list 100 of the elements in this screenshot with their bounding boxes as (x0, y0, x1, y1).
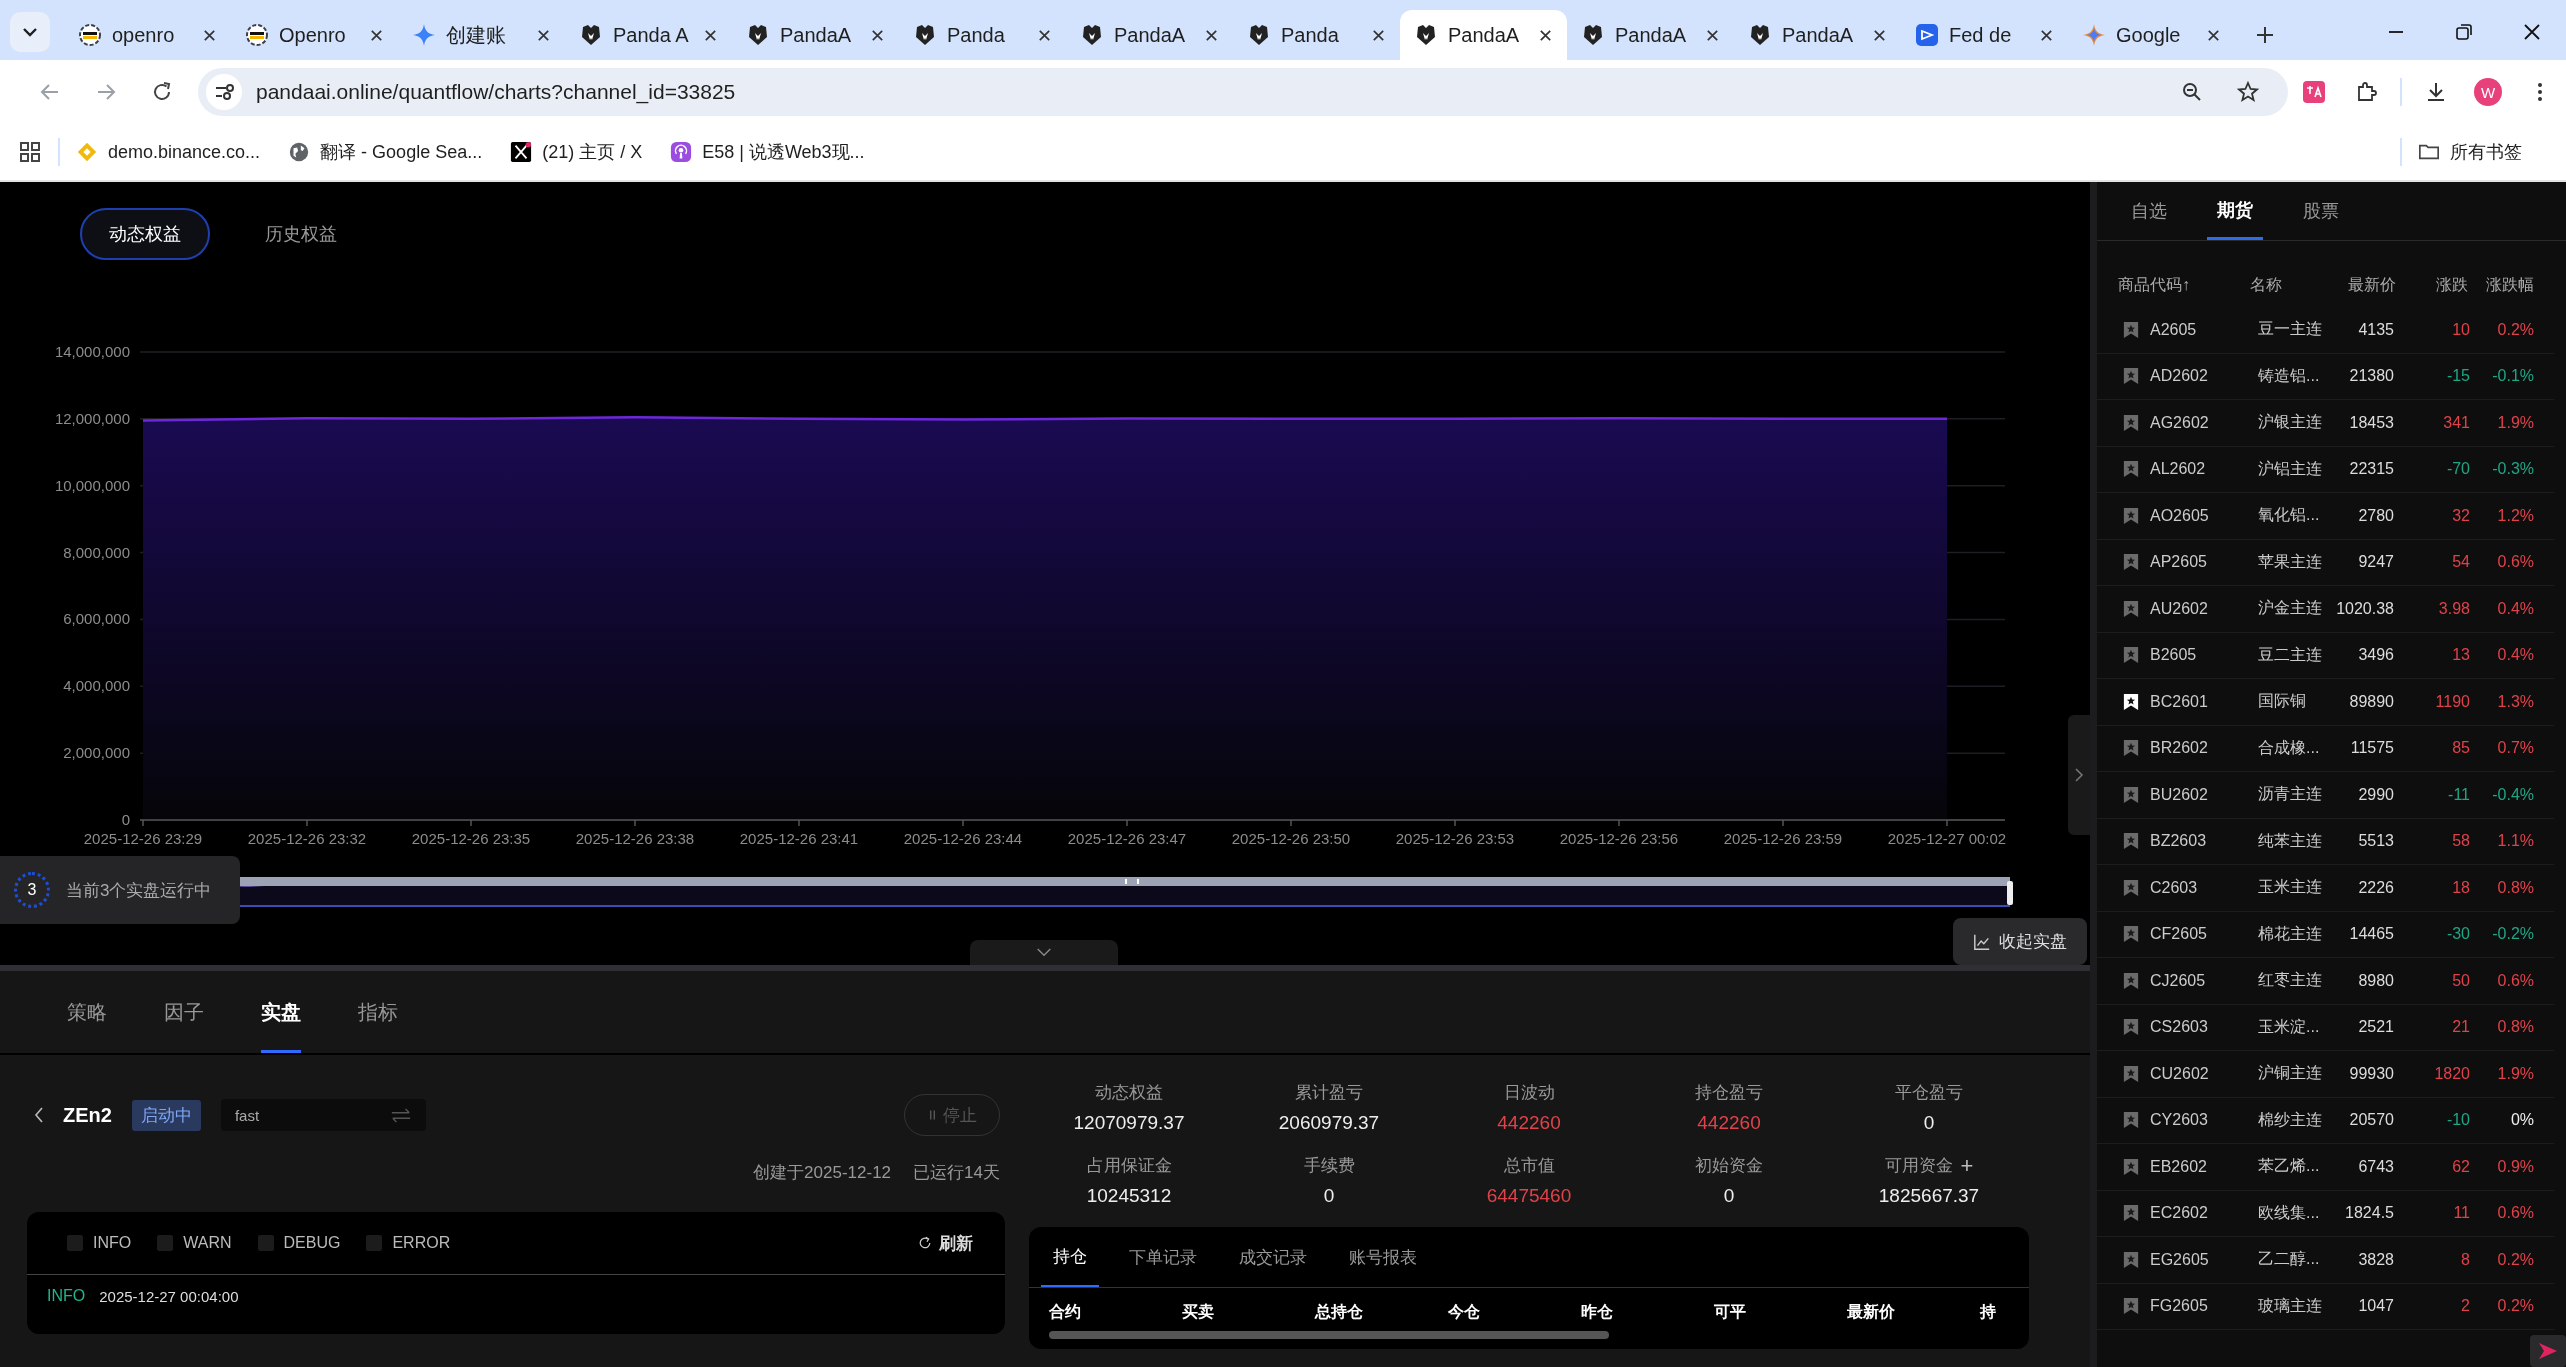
close-icon[interactable] (369, 27, 384, 43)
column-header[interactable]: 商品代码↑ (2118, 274, 2250, 296)
column-header: 持 (1980, 1302, 1997, 1322)
browser-tab[interactable]: PandaA (1734, 10, 1901, 60)
browser-tab[interactable]: PandaA (732, 10, 899, 60)
bookmark-star-icon[interactable] (2123, 367, 2139, 386)
nav-tab[interactable]: 指标 (358, 971, 398, 1053)
browser-tab[interactable]: Panda (899, 10, 1066, 60)
bookmark-star-icon[interactable] (2123, 599, 2139, 618)
close-icon[interactable] (2522, 22, 2542, 42)
close-icon[interactable] (703, 27, 718, 43)
bookmark-star-icon[interactable] (2123, 925, 2139, 944)
browser-tab[interactable]: Panda (1233, 10, 1400, 60)
close-icon[interactable] (536, 27, 551, 43)
change-percent-cell-text: 0.6% (2496, 553, 2534, 572)
address-bar[interactable]: pandaai.online/quantflow/charts?channel_id=33825 (198, 68, 2288, 116)
close-icon[interactable] (1204, 27, 1219, 43)
bookmark-star-icon[interactable] (2123, 832, 2139, 851)
overview-strip[interactable] (240, 877, 2010, 907)
mode-select[interactable]: fast (220, 1099, 426, 1131)
tab-list-icon[interactable] (10, 12, 50, 52)
bookmark-star-icon[interactable] (2123, 1111, 2139, 1130)
bookmark-star-icon[interactable] (2123, 413, 2139, 432)
bookmark[interactable]: 翻译 - Google Sea... (288, 140, 483, 164)
browser-tab[interactable]: PandaA (1066, 10, 1233, 60)
close-icon[interactable] (2206, 27, 2221, 43)
add-button[interactable]: + (1960, 1154, 1974, 1177)
bookmark-star-icon[interactable] (2123, 1204, 2139, 1223)
bookmark[interactable]: (21) 主页 / X (510, 140, 643, 164)
log-filter-checkbox[interactable]: ERROR (366, 1234, 451, 1252)
star-icon[interactable] (2236, 80, 2260, 104)
browser-tab[interactable]: openro (64, 10, 231, 60)
positions-tab[interactable]: 成交记录 (1227, 1227, 1319, 1287)
bookmark-star-icon[interactable] (2123, 506, 2139, 525)
browser-tab[interactable]: PandaA (1567, 10, 1734, 60)
bookmark-star-icon[interactable] (2123, 460, 2139, 479)
positions-tab[interactable]: 账号报表 (1337, 1227, 1429, 1287)
nav-tab[interactable]: 策略 (67, 971, 107, 1053)
bookmark-star-icon[interactable] (2123, 739, 2139, 758)
browser-tab[interactable]: Fed de (1901, 10, 2068, 60)
bookmark-star-icon[interactable] (2123, 1157, 2139, 1176)
browser-tab[interactable]: Google (2068, 10, 2235, 60)
positions-tab[interactable]: 下单记录 (1117, 1227, 1209, 1287)
new-tab-icon[interactable] (2255, 25, 2275, 45)
bookmark-star-icon[interactable] (2123, 320, 2139, 339)
apps-icon[interactable] (18, 140, 42, 164)
bookmark-star-icon[interactable] (2123, 1064, 2139, 1083)
bookmark-star-icon[interactable] (2123, 1297, 2139, 1316)
market-tab[interactable]: 期货 (2207, 182, 2263, 240)
refresh-button[interactable]: 刷新 (911, 1230, 979, 1256)
close-icon[interactable] (1371, 27, 1386, 43)
log-filter-checkbox[interactable]: INFO (67, 1234, 132, 1252)
all-bookmarks-button[interactable]: 所有书签 (2418, 140, 2522, 164)
browser-tab[interactable]: Panda A (565, 10, 732, 60)
view-toggle[interactable]: 动态权益 (80, 208, 210, 260)
close-icon[interactable] (202, 27, 217, 43)
slider-handle[interactable] (2007, 881, 2013, 905)
bookmark[interactable]: demo.binance.co... (76, 141, 261, 163)
x-logo-icon (510, 141, 533, 163)
horizontal-scrollbar[interactable] (1049, 1331, 1609, 1339)
change-cell-text: 32 (2451, 506, 2470, 525)
bookmark-star-icon[interactable] (2123, 1018, 2139, 1037)
log-filter-checkbox[interactable]: WARN (157, 1234, 232, 1252)
bookmark-star-icon[interactable] (2123, 553, 2139, 572)
bookmark-star-icon[interactable] (2123, 646, 2139, 665)
nav-tab[interactable]: 实盘 (261, 971, 301, 1053)
close-icon[interactable] (1872, 27, 1887, 43)
close-icon[interactable] (1705, 27, 1720, 43)
market-tab[interactable]: 股票 (2293, 182, 2349, 240)
panel-handle[interactable] (2068, 715, 2090, 835)
view-toggle[interactable]: 历史权益 (236, 208, 366, 260)
bookmark-star-icon[interactable] (2123, 878, 2139, 897)
close-icon[interactable] (2039, 27, 2054, 43)
translate-icon[interactable] (2302, 80, 2326, 104)
contract-code: EB2602 (2150, 1157, 2208, 1176)
nav-tab[interactable]: 因子 (164, 971, 204, 1053)
bookmark-star-icon[interactable] (2123, 971, 2139, 990)
browser-tab[interactable]: PandaA (1400, 10, 1567, 60)
stat-label: 初始资金 (1695, 1155, 1763, 1177)
y-tick-label: 6,000,000 (63, 610, 130, 628)
close-icon[interactable] (1037, 27, 1052, 43)
browser-tab[interactable]: 创建账 (398, 10, 565, 60)
market-tab[interactable]: 自选 (2121, 182, 2177, 240)
flag-icon[interactable] (2530, 1335, 2566, 1367)
bookmark-star-icon[interactable] (2123, 1250, 2139, 1269)
collapse-button[interactable]: 收起实盘 (1953, 918, 2087, 965)
profile-avatar[interactable]: W (2474, 78, 2502, 106)
log-filter-checkbox[interactable]: DEBUG (257, 1234, 341, 1252)
bookmark-star-icon[interactable] (2123, 692, 2139, 711)
close-icon[interactable] (1538, 27, 1553, 43)
contract-name: 豆二主连 (2258, 644, 2323, 665)
bookmark-star-icon[interactable] (2123, 785, 2139, 804)
close-icon[interactable] (870, 27, 885, 43)
restore-icon[interactable] (2454, 22, 2474, 42)
bookmark[interactable]: E58 | 说透Web3现... (670, 140, 865, 164)
running-status-panel[interactable]: 3 当前3个实盘运行中 (0, 856, 240, 924)
back-icon[interactable] (33, 1105, 45, 1125)
positions-tab[interactable]: 持仓 (1041, 1227, 1099, 1287)
browser-tab[interactable]: Openro (231, 10, 398, 60)
site-settings-icon[interactable] (206, 74, 242, 110)
